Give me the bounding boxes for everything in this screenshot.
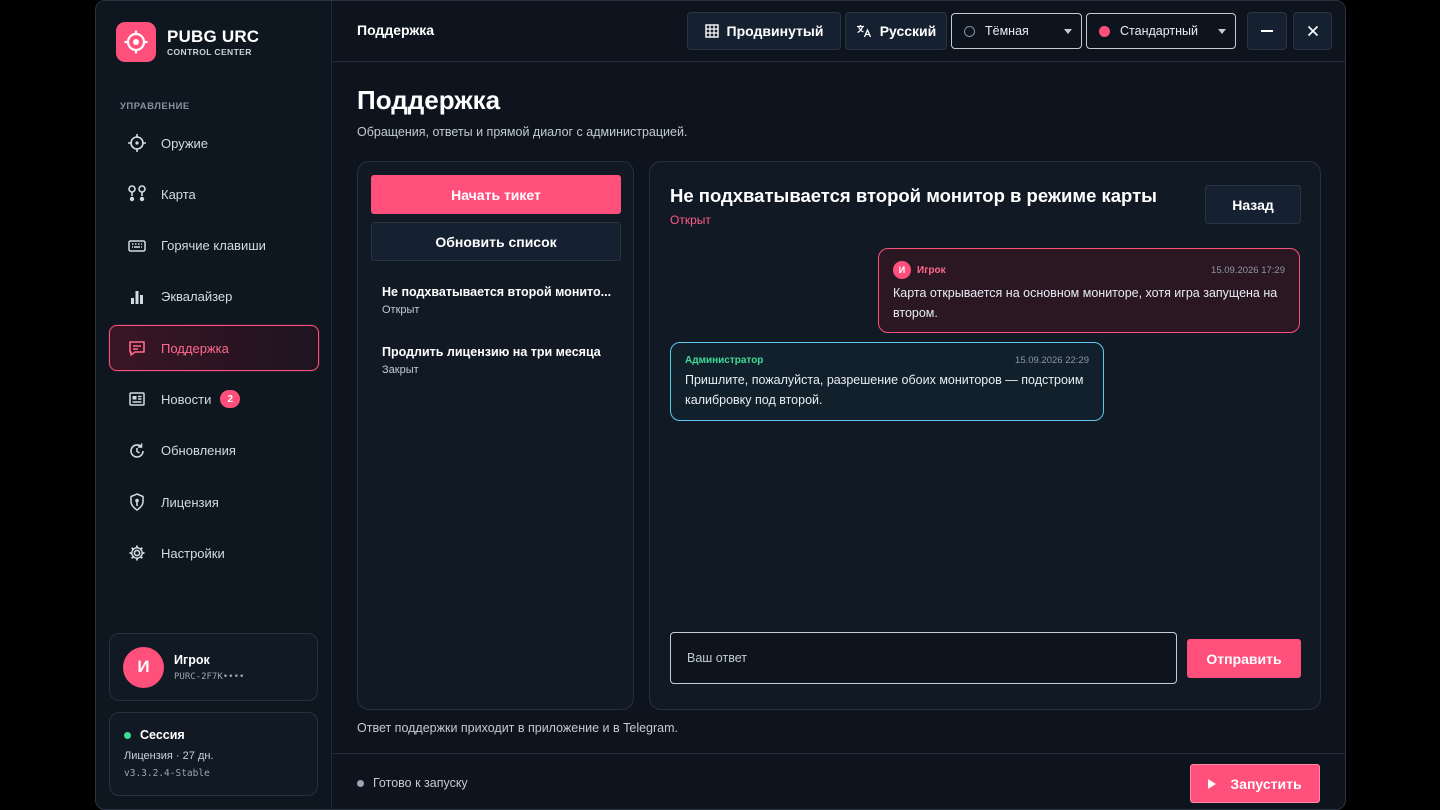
session-card: Сессия Лицензия · 27 дн. v3.3.2.4-Stable: [109, 712, 318, 796]
sidebar-item-label: Обновления: [161, 443, 236, 459]
player-message: И Игрок 15.09.2026 17:29 Карта открывает…: [878, 248, 1300, 333]
sidebar-item-license[interactable]: Лицензия: [109, 479, 319, 525]
theme-select-value: Тёмная: [985, 24, 1029, 38]
message-text: Карта открывается на основном мониторе, …: [893, 286, 1278, 320]
mode-button-label: Продвинутый: [726, 23, 824, 39]
nav-section-label: УПРАВЛЕНИЕ: [120, 101, 190, 112]
sidebar-item-settings[interactable]: Настройки: [109, 530, 319, 576]
status-text: Готово к запуску: [373, 776, 468, 790]
back-button[interactable]: Назад: [1205, 185, 1301, 224]
sidebar-item-map[interactable]: Карта: [109, 171, 319, 217]
keyboard-icon: [125, 234, 149, 258]
message-author: Администратор: [685, 355, 764, 366]
close-button[interactable]: [1293, 12, 1332, 50]
reply-input[interactable]: [670, 632, 1177, 684]
avatar: И: [893, 261, 911, 279]
ticket-item[interactable]: Не подхватывается второй монито... Откры…: [382, 285, 612, 316]
sidebar-item-label: Оружие: [161, 135, 209, 151]
sidebar-item-support[interactable]: Поддержка: [109, 325, 319, 372]
chat-icon: [125, 336, 149, 360]
brand: PUBG URC CONTROL CENTER: [116, 22, 259, 62]
shield-key-icon: [125, 490, 149, 514]
brand-title: PUBG URC: [167, 26, 260, 46]
sidebar-nav: Оружие Карта Горячие клавиши Эквалайзер: [109, 120, 319, 582]
theme-select[interactable]: Тёмная: [951, 13, 1082, 49]
sidebar: PUBG URC CONTROL CENTER УПРАВЛЕНИЕ Оружи…: [96, 1, 332, 809]
admin-message: Администратор 15.09.2026 22:29 Пришлите,…: [670, 342, 1104, 421]
user-name: Игрок: [174, 652, 210, 667]
new-ticket-button[interactable]: Начать тикет: [371, 175, 621, 214]
language-button-label: Русский: [879, 23, 937, 39]
newspaper-icon: [125, 387, 149, 411]
sidebar-item-label: Горячие клавиши: [161, 238, 266, 254]
sidebar-item-updates[interactable]: Обновления: [109, 428, 319, 474]
theme-swatch-icon: [964, 25, 975, 37]
mode-advanced-button[interactable]: Продвинутый: [687, 12, 841, 50]
sidebar-item-equalizer[interactable]: Эквалайзер: [109, 274, 319, 320]
user-card[interactable]: И Игрок PURC-2F7K••••: [109, 633, 318, 701]
sidebar-item-label: Эквалайзер: [161, 289, 233, 305]
page-title: Поддержка: [357, 85, 501, 115]
ticket-title: Не подхватывается второй монито...: [382, 285, 612, 299]
chat-panel: Не подхватывается второй монитор в режим…: [649, 161, 1321, 710]
session-license: Лицензия · 27 дн.: [124, 750, 214, 762]
news-count-badge: 2: [220, 390, 241, 409]
minimize-icon: [1261, 29, 1273, 33]
ticket-item[interactable]: Продлить лицензию на три месяца Закрыт: [382, 345, 612, 376]
ticket-status: Закрыт: [382, 364, 419, 376]
session-title: Сессия: [140, 728, 185, 742]
app-window: PUBG URC CONTROL CENTER УПРАВЛЕНИЕ Оружи…: [95, 0, 1346, 810]
sidebar-item-label: Карта: [161, 186, 196, 202]
brand-logo-icon: [116, 22, 156, 62]
crosshair-icon: [125, 131, 149, 155]
ticket-status: Открыт: [382, 304, 420, 316]
language-button[interactable]: Русский: [845, 12, 947, 50]
page-subtitle: Обращения, ответы и прямой диалог с адми…: [357, 125, 688, 139]
message-author: Игрок: [917, 264, 946, 276]
sidebar-item-weapons[interactable]: Оружие: [109, 120, 319, 166]
brand-subtitle: CONTROL CENTER: [167, 46, 252, 57]
breadcrumb: Поддержка: [357, 22, 435, 38]
translate-icon: [856, 24, 872, 38]
sidebar-item-label: Лицензия: [161, 494, 219, 510]
online-status-dot: [124, 731, 131, 739]
ticket-title: Продлить лицензию на три месяца: [382, 345, 601, 359]
accent-select[interactable]: Стандартный: [1086, 13, 1236, 49]
topbar: Поддержка Продвинутый Русский Тёмная Ста…: [333, 1, 1345, 62]
sidebar-item-hotkeys[interactable]: Горячие клавиши: [109, 223, 319, 269]
bar-chart-icon: [125, 285, 149, 309]
ticket-detail-status: Открыт: [670, 213, 711, 227]
support-footnote: Ответ поддержки приходит в приложение и …: [357, 721, 679, 735]
launch-button-label: Запустить: [1230, 775, 1302, 792]
statusbar: Готово к запуску Запустить: [333, 753, 1345, 809]
minimize-button[interactable]: [1247, 12, 1287, 50]
close-icon: [1307, 25, 1319, 37]
sidebar-item-news[interactable]: Новости 2: [109, 376, 319, 422]
message-text: Пришлите, пожалуйста, разрешение обоих м…: [685, 373, 1084, 407]
gear-icon: [125, 541, 149, 565]
message-time: 15.09.2026 17:29: [1211, 264, 1285, 276]
launch-button[interactable]: Запустить: [1190, 764, 1320, 803]
tickets-panel: Начать тикет Обновить список Не подхваты…: [357, 161, 634, 710]
refresh-list-button[interactable]: Обновить список: [371, 222, 621, 261]
sidebar-item-label: Поддержка: [161, 340, 229, 356]
sidebar-item-label: Настройки: [161, 545, 225, 561]
chevron-down-icon: [1218, 29, 1226, 34]
app-version: v3.3.2.4-Stable: [124, 768, 210, 779]
avatar: И: [123, 646, 164, 688]
sidebar-item-label: Новости: [161, 391, 212, 407]
grid-table-icon: [704, 24, 719, 38]
accent-select-value: Стандартный: [1120, 24, 1198, 38]
chevron-down-icon: [1064, 29, 1072, 34]
accent-swatch-icon: [1099, 25, 1110, 37]
map-route-icon: [125, 182, 149, 206]
refresh-icon: [125, 439, 149, 463]
send-button[interactable]: Отправить: [1187, 639, 1301, 678]
ticket-detail-title: Не подхватывается второй монитор в режим…: [670, 185, 1157, 206]
play-icon: [1208, 778, 1217, 789]
message-time: 15.09.2026 22:29: [1015, 355, 1089, 366]
license-key: PURC-2F7K••••: [174, 671, 245, 682]
ready-status-dot: [357, 779, 364, 787]
